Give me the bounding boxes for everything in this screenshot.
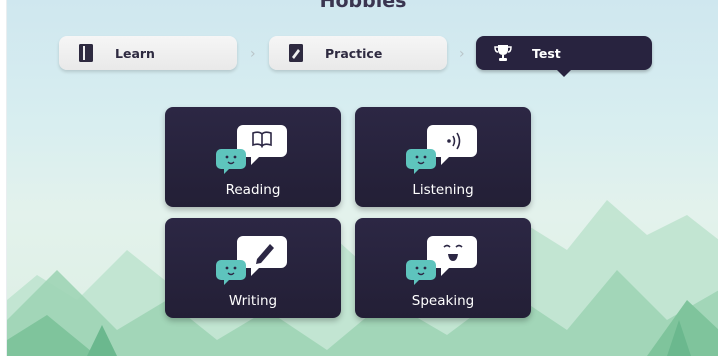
smiling-face-icon <box>406 236 477 285</box>
step-navigation: Learn › Practice › Test <box>7 36 718 77</box>
step-practice[interactable]: Practice <box>269 36 447 70</box>
trophy-icon <box>494 43 512 63</box>
skill-card-listening[interactable]: Listening <box>355 107 531 207</box>
skill-card-writing[interactable]: Writing <box>165 218 341 318</box>
step-learn-label: Learn <box>115 45 155 61</box>
pencil-icon <box>216 236 287 285</box>
skill-card-speaking[interactable]: Speaking <box>355 218 531 318</box>
skill-card-reading[interactable]: Reading <box>165 107 341 207</box>
app-screen: Hobbies Learn › Practice › Test Reading … <box>6 0 718 356</box>
chevron-right-icon: › <box>250 46 256 62</box>
sound-waves-icon <box>406 125 477 174</box>
worksheet-pencil-icon <box>287 43 305 63</box>
skill-label-listening: Listening <box>412 182 474 198</box>
skill-label-speaking: Speaking <box>411 293 475 309</box>
open-book-icon <box>216 125 287 174</box>
step-test[interactable]: Test <box>476 36 652 77</box>
skill-label-reading: Reading <box>225 182 281 198</box>
skill-label-writing: Writing <box>228 293 278 309</box>
step-practice-label: Practice <box>325 45 383 61</box>
page-title: Hobbies <box>319 0 407 12</box>
step-test-label: Test <box>532 45 561 61</box>
chevron-right-icon: › <box>459 46 465 62</box>
step-learn[interactable]: Learn <box>59 36 237 70</box>
book-icon <box>77 43 95 63</box>
